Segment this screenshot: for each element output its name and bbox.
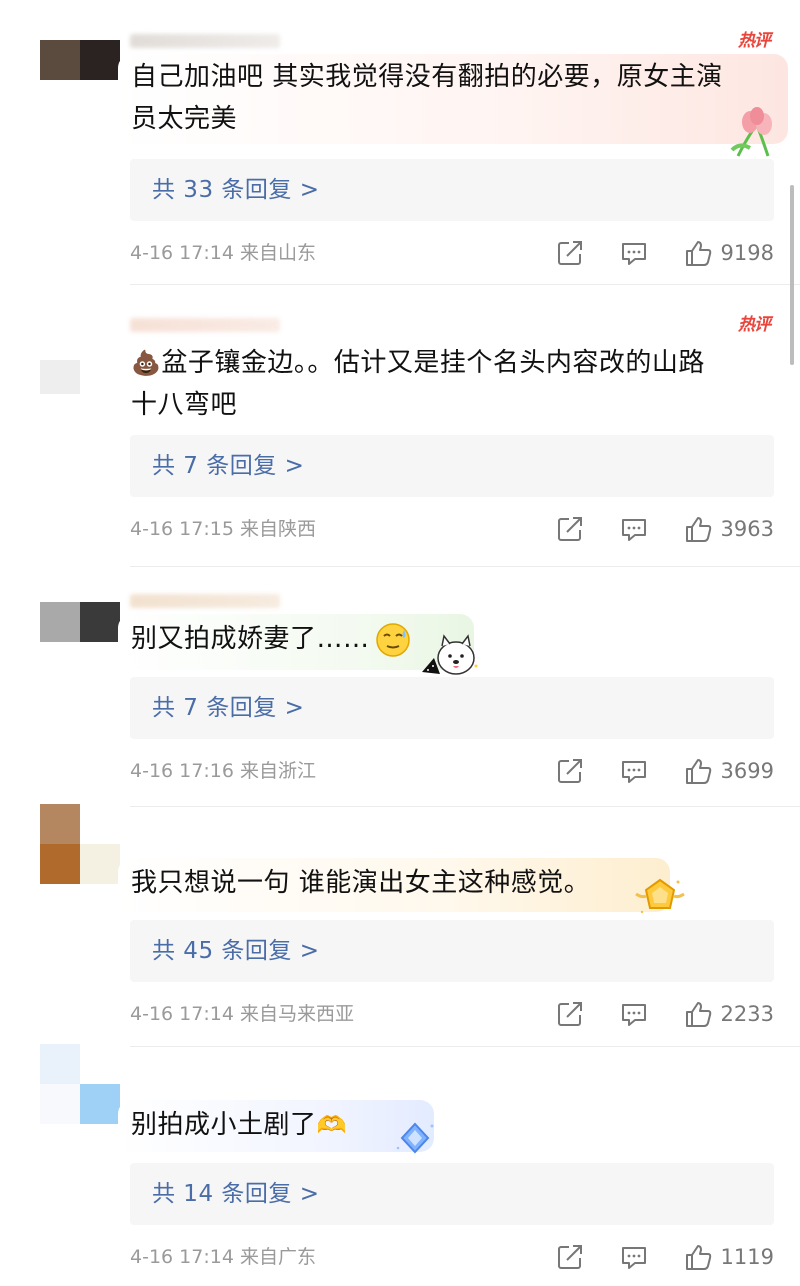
like-icon[interactable] [683, 999, 713, 1029]
comment-icon[interactable] [619, 756, 649, 786]
divider [130, 284, 800, 285]
comment-time: 4-16 17:15 [130, 518, 234, 540]
view-replies-link[interactable]: 共 7 条回复 > [152, 435, 304, 497]
view-replies-link[interactable]: 共 14 条回复 > [152, 1163, 319, 1225]
scrollbar[interactable] [790, 185, 794, 365]
comment-actions: 3963 [555, 512, 774, 546]
share-icon[interactable] [555, 1242, 585, 1272]
comment-text: 别又拍成娇妻了…… [131, 624, 370, 654]
comment-text: 我只想说一句 谁能演出女主这种感觉。 [131, 868, 591, 898]
reply-summary-box[interactable]: 共 33 条回复 > [130, 159, 774, 221]
view-replies-link[interactable]: 共 7 条回复 > [152, 677, 304, 739]
view-replies-link[interactable]: 共 45 条回复 > [152, 920, 319, 982]
username-blurred[interactable] [130, 318, 280, 332]
heart-hands-emoji: 🫶 [316, 1111, 347, 1139]
reply-summary-box[interactable]: 共 7 条回复 > [130, 677, 774, 739]
like-count: 3963 [720, 517, 774, 541]
comment-text: 自己加油吧 其实我觉得没有翻拍的必要，原女主演 员太完美 [131, 62, 723, 134]
diamond-badge-icon [396, 1122, 434, 1154]
sweat-smile-emoji-icon [376, 623, 410, 657]
tulip-flower-icon [730, 107, 772, 157]
comment-location: 来自山东 [239, 242, 316, 264]
comment-time: 4-16 17:14 [130, 242, 234, 264]
comment-meta: 4-16 17:14 来自山东 [130, 240, 316, 266]
comment-meta: 4-16 17:16 来自浙江 [130, 758, 316, 784]
divider [130, 1046, 800, 1047]
share-icon[interactable] [555, 514, 585, 544]
username-blurred[interactable] [130, 34, 280, 48]
gold-badge-icon [635, 878, 685, 914]
like-count: 3699 [720, 759, 774, 783]
comment-meta: 4-16 17:14 来自马来西亚 [130, 1001, 354, 1027]
divider [130, 566, 800, 567]
like-icon[interactable] [683, 756, 713, 786]
comment-meta: 4-16 17:14 来自广东 [130, 1244, 316, 1270]
comment-text: 💩盆子镶金边。。估计又是挂个名头内容改的山路 十八弯吧 [131, 348, 705, 420]
comment-location: 来自陕西 [239, 518, 316, 540]
avatar[interactable] [40, 1044, 120, 1124]
comment-actions: 3699 [555, 754, 774, 788]
share-icon[interactable] [555, 238, 585, 268]
like-icon[interactable] [683, 1242, 713, 1272]
comment-time: 4-16 17:14 [130, 1246, 234, 1268]
comment-time: 4-16 17:16 [130, 760, 234, 782]
username-blurred[interactable] [130, 594, 280, 608]
like-count: 1119 [720, 1245, 774, 1269]
comment-actions: 9198 [555, 236, 774, 270]
hot-comment-badge: 热评 [738, 315, 771, 335]
divider [130, 806, 800, 807]
comment-location: 来自浙江 [239, 760, 316, 782]
avatar[interactable] [40, 804, 120, 884]
avatar[interactable] [40, 602, 120, 642]
comment-text: 别拍成小土剧了🫶 [131, 1110, 347, 1140]
reply-summary-box[interactable]: 共 7 条回复 > [130, 435, 774, 497]
poop-emoji: 💩 [131, 349, 162, 377]
comment-icon[interactable] [619, 514, 649, 544]
like-count: 9198 [720, 241, 774, 265]
reply-summary-box[interactable]: 共 14 条回复 > [130, 1163, 774, 1225]
comment-icon[interactable] [619, 238, 649, 268]
avatar[interactable] [40, 40, 120, 80]
samoyed-dog-sticker-icon [422, 634, 478, 675]
reply-summary-box[interactable]: 共 45 条回复 > [130, 920, 774, 982]
comment-icon[interactable] [619, 1242, 649, 1272]
like-count: 2233 [720, 1002, 774, 1026]
hot-comment-badge: 热评 [738, 31, 771, 51]
comment-icon[interactable] [619, 999, 649, 1029]
comment-actions: 1119 [555, 1240, 774, 1274]
like-icon[interactable] [683, 514, 713, 544]
share-icon[interactable] [555, 756, 585, 786]
comment-location: 来自广东 [239, 1246, 316, 1268]
comment-time: 4-16 17:14 [130, 1003, 234, 1025]
comment-meta: 4-16 17:15 来自陕西 [130, 516, 316, 542]
like-icon[interactable] [683, 238, 713, 268]
view-replies-link[interactable]: 共 33 条回复 > [152, 159, 319, 221]
comment-actions: 2233 [555, 997, 774, 1031]
avatar-placeholder [40, 360, 80, 394]
comment-location: 来自马来西亚 [239, 1003, 354, 1025]
share-icon[interactable] [555, 999, 585, 1029]
